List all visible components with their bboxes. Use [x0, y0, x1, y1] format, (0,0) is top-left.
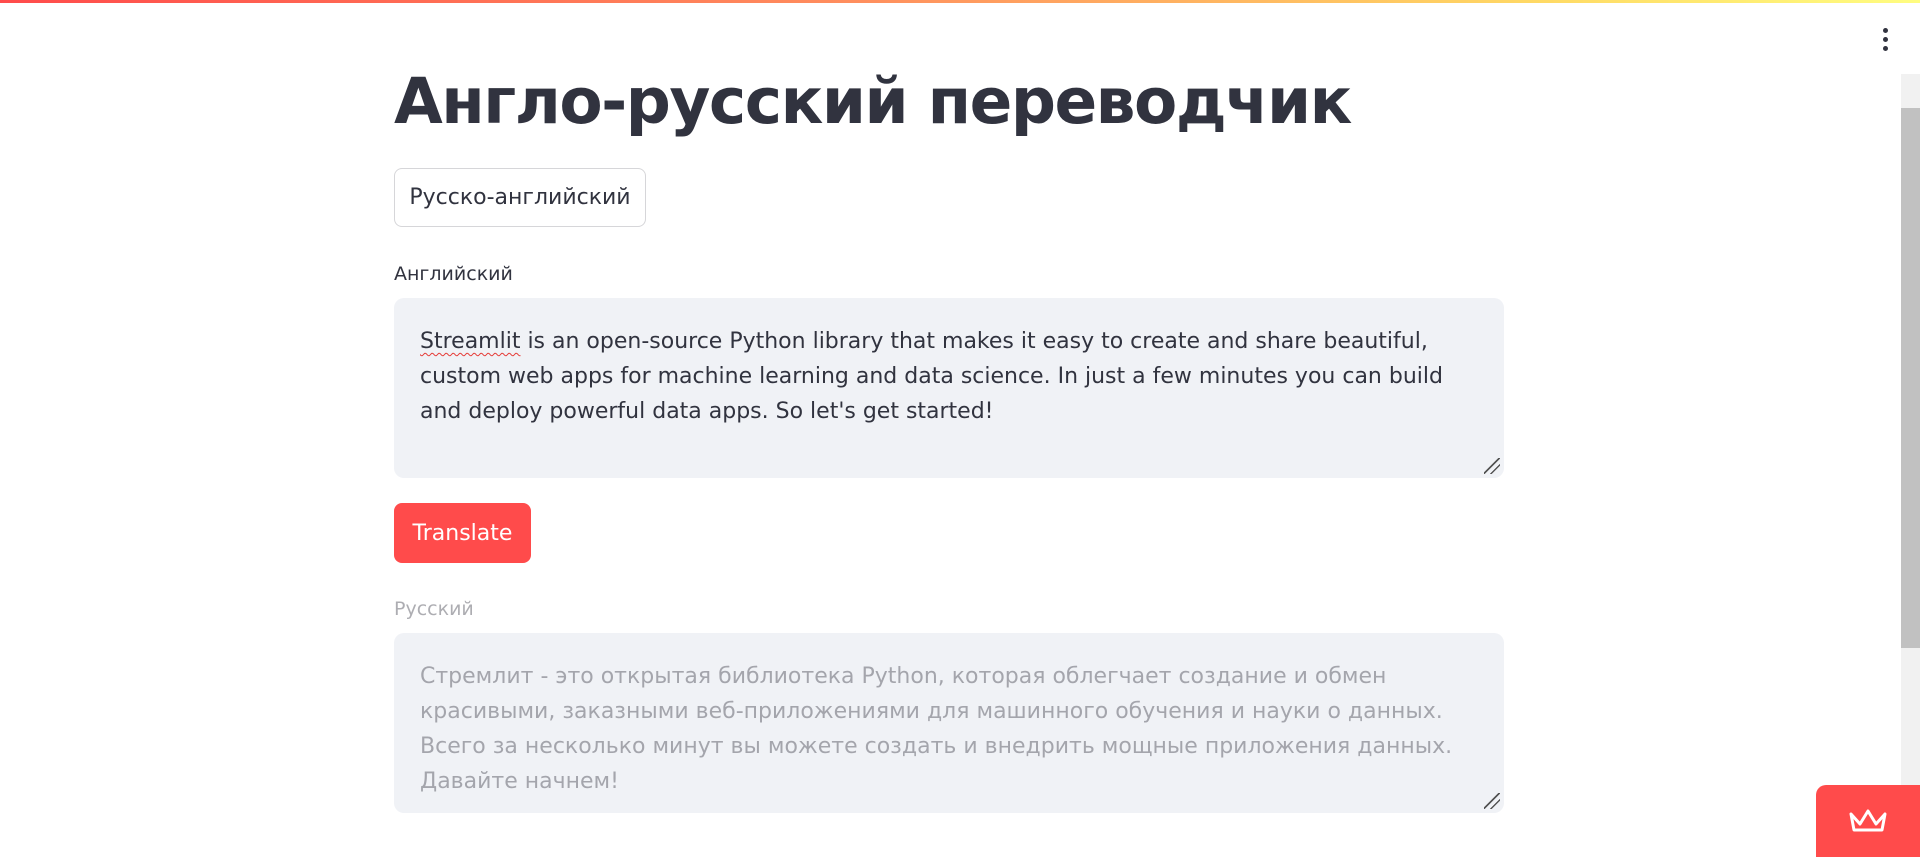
main-menu-button[interactable] — [1870, 24, 1900, 54]
source-text-content: is an open-source Python library that ma… — [420, 329, 1443, 424]
source-text-input[interactable]: Streamlit is an open-source Python libra… — [394, 298, 1504, 478]
kebab-menu-icon — [1882, 27, 1888, 33]
translated-text-output: Стремлит - это открытая библиотека Pytho… — [394, 633, 1504, 813]
source-language-label: Английский — [394, 263, 513, 285]
kebab-menu-icon-dot — [1882, 45, 1888, 51]
direction-toggle-button[interactable]: Русско-английский — [394, 168, 646, 227]
scrollbar-thumb[interactable] — [1901, 108, 1920, 648]
resize-handle-icon[interactable] — [1484, 458, 1500, 474]
header-decoration-bar — [0, 0, 1920, 3]
crown-icon — [1849, 809, 1887, 832]
translate-button[interactable]: Translate — [394, 503, 531, 563]
page-title: Англо-русский переводчик — [394, 65, 1352, 138]
kebab-menu-icon-dot — [1882, 36, 1888, 42]
streamlit-badge[interactable] — [1816, 785, 1920, 857]
misspelled-word: Streamlit — [420, 329, 521, 354]
resize-handle-icon[interactable] — [1484, 793, 1500, 809]
target-language-label: Русский — [394, 598, 474, 620]
translated-text-content: Стремлит - это открытая библиотека Pytho… — [420, 664, 1453, 794]
